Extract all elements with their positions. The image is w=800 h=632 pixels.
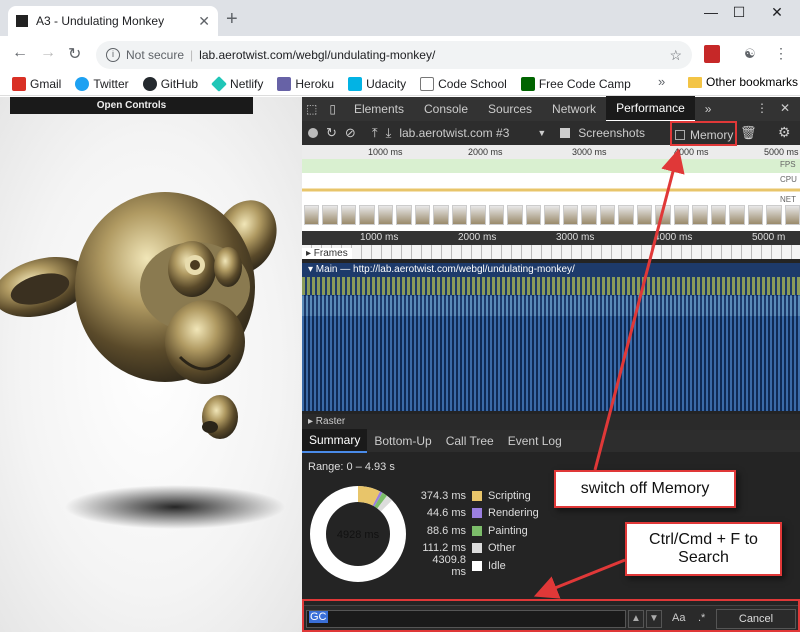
memory-arrow [593,148,685,471]
search-callout: Ctrl/Cmd + F to Search [625,522,782,576]
memory-callout: switch off Memory [554,470,736,508]
search-arrow [533,558,626,599]
